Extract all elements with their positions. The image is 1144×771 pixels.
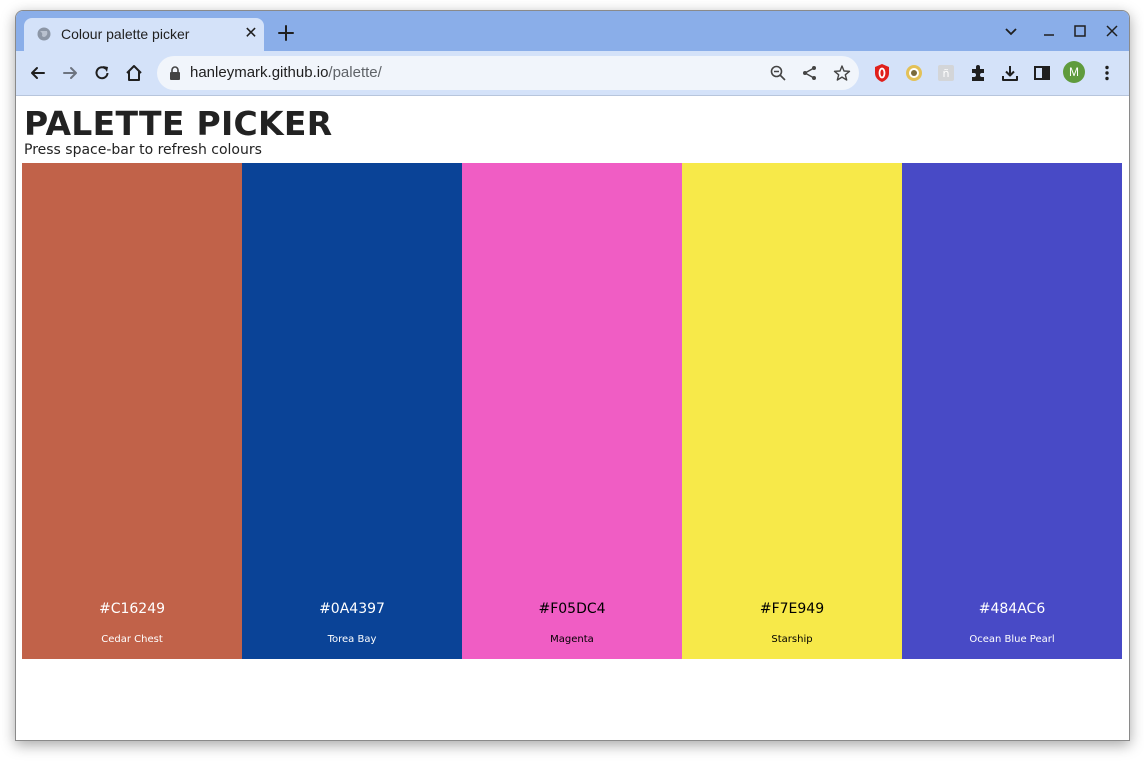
browser-window: Colour palette picker ✕ hanleymark.githu… <box>15 10 1130 741</box>
swatch-hex: #0A4397 <box>319 601 385 617</box>
tab-title: Colour palette picker <box>61 26 190 42</box>
swatch-name: Ocean Blue Pearl <box>969 634 1055 645</box>
page-content: PALETTE PICKER Press space-bar to refres… <box>16 96 1129 740</box>
extension-opera-icon[interactable] <box>872 63 892 83</box>
tab-active[interactable]: Colour palette picker ✕ <box>24 18 264 51</box>
maximize-icon[interactable] <box>1070 21 1090 41</box>
star-icon[interactable] <box>833 64 851 82</box>
colour-swatch[interactable]: #F7E949 Starship <box>682 163 902 659</box>
palette: #C16249 Cedar Chest #0A4397 Torea Bay #F… <box>22 163 1122 659</box>
swatch-hex: #F05DC4 <box>538 601 606 617</box>
plus-icon[interactable] <box>274 21 298 45</box>
kebab-menu-icon[interactable] <box>1097 63 1117 83</box>
avatar[interactable]: M <box>1063 61 1085 83</box>
sidepanel-icon[interactable] <box>1032 63 1052 83</box>
page-title: PALETTE PICKER <box>24 104 333 143</box>
back-icon[interactable] <box>28 63 48 83</box>
svg-text:ñ: ñ <box>943 67 950 80</box>
browser-toolbar: hanleymark.github.io/palette/ ñ M <box>16 51 1129 96</box>
minimize-icon[interactable] <box>1039 21 1059 41</box>
colour-swatch[interactable]: #0A4397 Torea Bay <box>242 163 462 659</box>
puzzle-icon[interactable] <box>968 63 988 83</box>
reload-icon[interactable] <box>92 63 112 83</box>
swatch-hex: #484AC6 <box>978 601 1046 617</box>
share-icon[interactable] <box>801 64 819 82</box>
url-text[interactable]: hanleymark.github.io/palette/ <box>190 64 382 81</box>
swatch-name: Magenta <box>550 634 594 645</box>
page-subtitle: Press space-bar to refresh colours <box>24 142 262 158</box>
swatch-hex: #C16249 <box>98 601 166 617</box>
extension-translate-icon[interactable]: ñ <box>936 63 956 83</box>
close-window-icon[interactable] <box>1102 21 1122 41</box>
colour-swatch[interactable]: #C16249 Cedar Chest <box>22 163 242 659</box>
url-path: /palette/ <box>328 64 382 81</box>
swatch-name: Starship <box>771 634 813 645</box>
chevron-down-icon[interactable] <box>1001 21 1021 41</box>
tab-bar: Colour palette picker ✕ <box>16 11 1129 51</box>
swatch-hex: #F7E949 <box>759 601 825 617</box>
address-bar[interactable]: hanleymark.github.io/palette/ <box>157 56 859 90</box>
colour-swatch[interactable]: #484AC6 Ocean Blue Pearl <box>902 163 1122 659</box>
forward-icon[interactable] <box>60 63 80 83</box>
extension-coin-icon[interactable] <box>904 63 924 83</box>
globe-icon <box>37 27 51 41</box>
download-icon[interactable] <box>1000 63 1020 83</box>
url-host: hanleymark.github.io <box>190 64 329 81</box>
home-icon[interactable] <box>124 63 144 83</box>
swatch-name: Cedar Chest <box>101 634 163 645</box>
zoom-icon[interactable] <box>769 64 787 82</box>
close-icon[interactable]: ✕ <box>241 23 261 43</box>
swatch-name: Torea Bay <box>327 634 377 645</box>
lock-icon[interactable] <box>169 66 181 80</box>
colour-swatch[interactable]: #F05DC4 Magenta <box>462 163 682 659</box>
